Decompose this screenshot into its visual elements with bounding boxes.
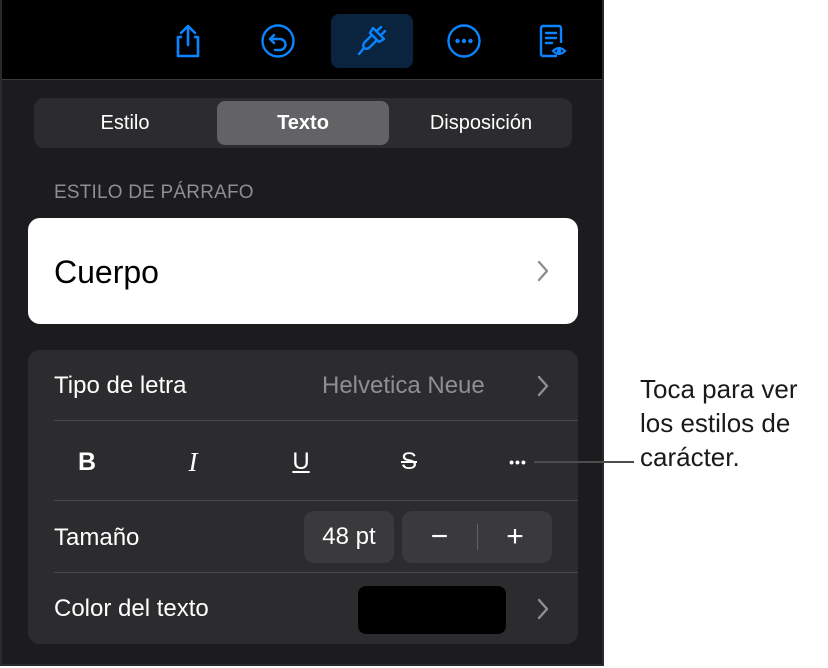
paragraph-style-value: Cuerpo [54, 254, 159, 290]
text-options-group: Tipo de letra Helvetica Neue B I U S •••… [28, 350, 578, 644]
decrease-size-button[interactable]: − [402, 511, 477, 563]
font-label: Tipo de letra [54, 372, 187, 399]
paintbrush-icon [357, 25, 387, 56]
tab-texto[interactable]: Texto [217, 101, 389, 145]
strikethrough-button[interactable]: S [389, 442, 429, 482]
callout-leader-line [534, 461, 634, 463]
reading-view-icon [539, 24, 567, 58]
paragraph-style-button[interactable]: Cuerpo [28, 218, 578, 324]
format-panel: Estilo Texto Disposición ESTILO DE PÁRRA… [0, 0, 604, 666]
tab-estilo[interactable]: Estilo [37, 101, 213, 145]
toolbar [2, 0, 602, 80]
size-value-field[interactable]: 48 pt [304, 511, 394, 563]
chevron-right-icon [537, 375, 549, 397]
format-button[interactable] [331, 14, 413, 68]
increase-size-button[interactable]: + [478, 511, 552, 563]
divider [54, 420, 578, 421]
text-color-label: Color del texto [54, 595, 209, 622]
more-icon [447, 24, 481, 58]
font-value: Helvetica Neue [322, 372, 485, 399]
more-button[interactable] [436, 14, 492, 68]
share-icon [176, 24, 200, 58]
size-label: Tamaño [54, 524, 140, 551]
tab-disposicion[interactable]: Disposición [393, 101, 569, 145]
callout-text: Toca para ver los estilos de carácter. [640, 374, 798, 472]
share-button[interactable] [160, 14, 216, 68]
paragraph-style-header: ESTILO DE PÁRRAFO [54, 182, 254, 203]
font-row[interactable]: Tipo de letra Helvetica Neue [28, 350, 578, 420]
undo-icon [261, 24, 295, 58]
bold-button[interactable]: B [67, 442, 107, 482]
text-color-swatch[interactable] [358, 586, 506, 634]
divider [54, 500, 578, 501]
chevron-right-icon [537, 598, 549, 620]
italic-button[interactable]: I [173, 442, 213, 482]
undo-button[interactable] [250, 14, 306, 68]
tab-selector: Estilo Texto Disposición [34, 98, 572, 148]
reading-view-button[interactable] [524, 14, 580, 68]
underline-button[interactable]: U [281, 442, 321, 482]
size-stepper: − + [402, 511, 552, 563]
chevron-right-icon [537, 260, 549, 282]
